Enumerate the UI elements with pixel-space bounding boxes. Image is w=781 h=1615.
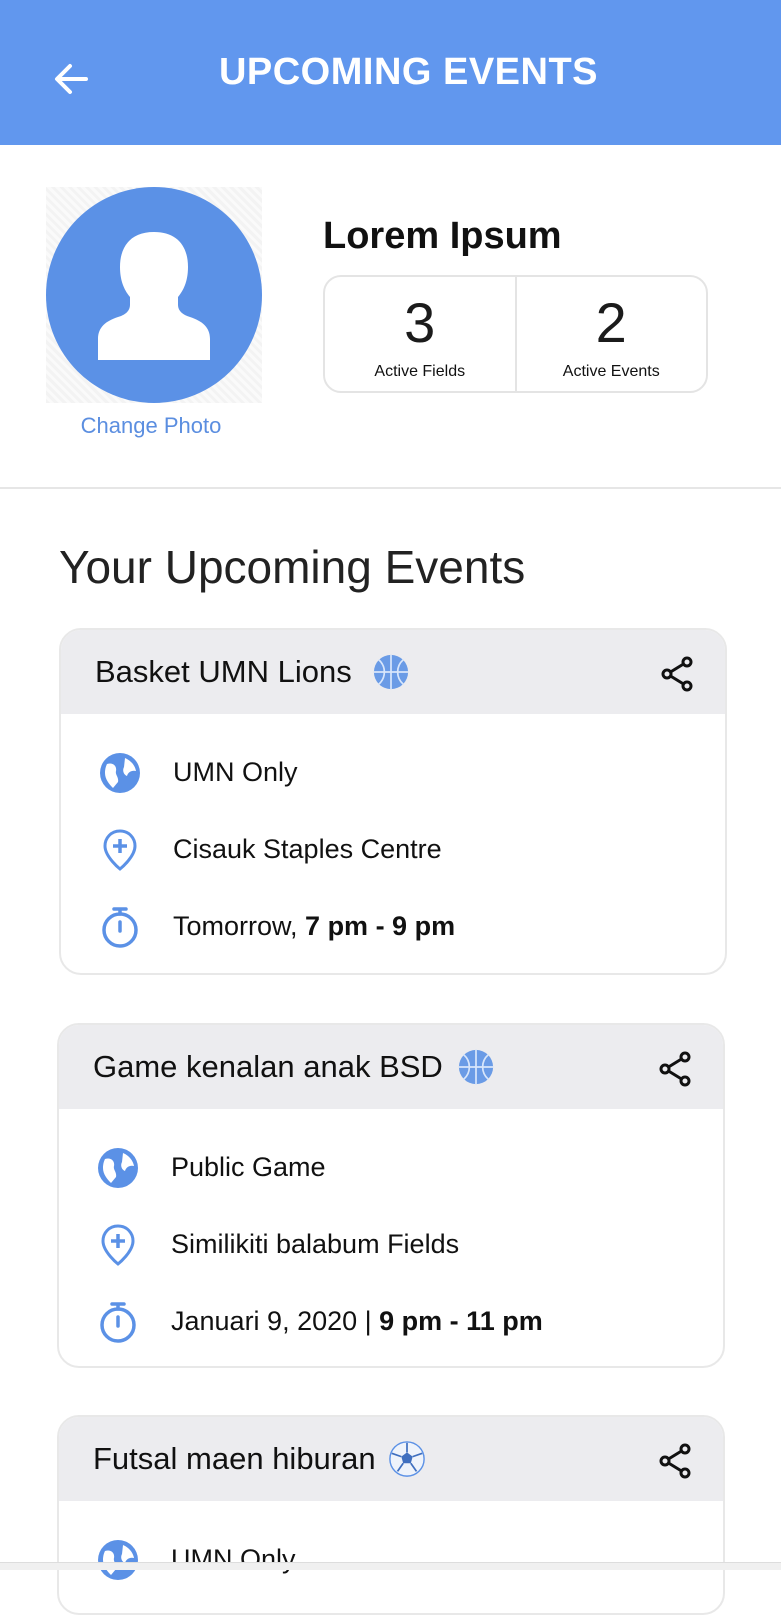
event-time-row: Tomorrow, 7 pm - 9 pm xyxy=(61,888,725,965)
share-icon[interactable] xyxy=(657,1443,693,1479)
back-arrow-icon[interactable] xyxy=(50,58,92,100)
event-access: UMN Only xyxy=(173,757,298,787)
stopwatch-icon xyxy=(102,906,138,948)
event-access-row: Public Game xyxy=(59,1129,723,1206)
share-icon[interactable] xyxy=(659,656,695,692)
top-app-bar: UPCOMING EVENTS xyxy=(0,0,781,145)
share-icon[interactable] xyxy=(657,1051,693,1087)
profile-section: Change Photo Lorem Ipsum 3 Active Fields… xyxy=(0,145,781,488)
user-name: Lorem Ipsum xyxy=(323,215,562,257)
event-card[interactable]: Basket UMN Lions UMN Only Cisauk Staples xyxy=(59,628,727,975)
event-title: Basket UMN Lions xyxy=(95,654,352,689)
basketball-icon xyxy=(373,654,408,690)
event-card[interactable]: Game kenalan anak BSD Public Game Simili… xyxy=(57,1023,725,1368)
stat-value: 2 xyxy=(595,291,627,354)
event-time: 9 pm - 11 pm xyxy=(379,1306,543,1336)
change-photo-link[interactable]: Change Photo xyxy=(46,413,256,439)
stat-label: Active Fields xyxy=(374,363,466,380)
event-time-row: Januari 9, 2020 | 9 pm - 11 pm xyxy=(59,1283,723,1360)
globe-icon xyxy=(98,1147,138,1188)
event-time: 7 pm - 9 pm xyxy=(305,911,456,941)
event-card-header: Basket UMN Lions xyxy=(61,630,725,714)
event-location: Similikiti balabum Fields xyxy=(171,1229,460,1259)
event-datetime: Januari 9, 2020 | 9 pm - 11 pm xyxy=(171,1306,543,1337)
event-card-header: Futsal maen hiburan xyxy=(59,1417,723,1501)
event-datetime: Tomorrow, 7 pm - 9 pm xyxy=(173,911,455,942)
event-access: UMN Only xyxy=(171,1544,296,1574)
globe-icon xyxy=(100,752,140,793)
page-title: UPCOMING EVENTS xyxy=(218,51,599,93)
avatar-container[interactable] xyxy=(46,187,262,403)
event-access: Public Game xyxy=(171,1152,326,1182)
event-title: Futsal maen hiburan xyxy=(93,1441,376,1476)
stat-label: Active Events xyxy=(562,363,660,380)
stat-value: 3 xyxy=(404,291,436,354)
globe-icon xyxy=(98,1539,138,1580)
location-pin-icon xyxy=(101,1223,135,1266)
avatar[interactable] xyxy=(46,187,262,403)
event-location-row: Similikiti balabum Fields xyxy=(59,1206,723,1283)
event-access-row: UMN Only xyxy=(59,1521,723,1598)
event-access-row: UMN Only xyxy=(61,734,725,811)
location-pin-icon xyxy=(103,828,137,871)
event-date: Januari 9, 2020 | xyxy=(171,1306,380,1336)
user-silhouette-icon xyxy=(98,232,210,360)
stopwatch-icon xyxy=(100,1301,136,1343)
event-card-body: UMN Only xyxy=(59,1501,723,1598)
event-date: Tomorrow, xyxy=(173,911,306,941)
event-card-body: Public Game Similikiti balabum Fields Ja… xyxy=(59,1109,723,1360)
stats-box: 3 Active Fields 2 Active Events xyxy=(323,275,708,393)
stat-active-fields[interactable]: 3 Active Fields xyxy=(325,277,515,391)
section-title: Your Upcoming Events xyxy=(59,541,526,593)
event-card-body: UMN Only Cisauk Staples Centre Tomorrow,… xyxy=(61,714,725,965)
event-location: Cisauk Staples Centre xyxy=(173,834,442,864)
section-divider xyxy=(0,487,781,489)
event-card-header: Game kenalan anak BSD xyxy=(59,1025,723,1109)
event-card[interactable]: Futsal maen hiburan UMN Only xyxy=(57,1415,725,1615)
stat-active-events[interactable]: 2 Active Events xyxy=(514,277,707,391)
soccer-ball-icon xyxy=(388,1441,425,1477)
event-location-row: Cisauk Staples Centre xyxy=(61,811,725,888)
basketball-icon xyxy=(458,1049,493,1085)
event-title: Game kenalan anak BSD xyxy=(93,1049,443,1084)
